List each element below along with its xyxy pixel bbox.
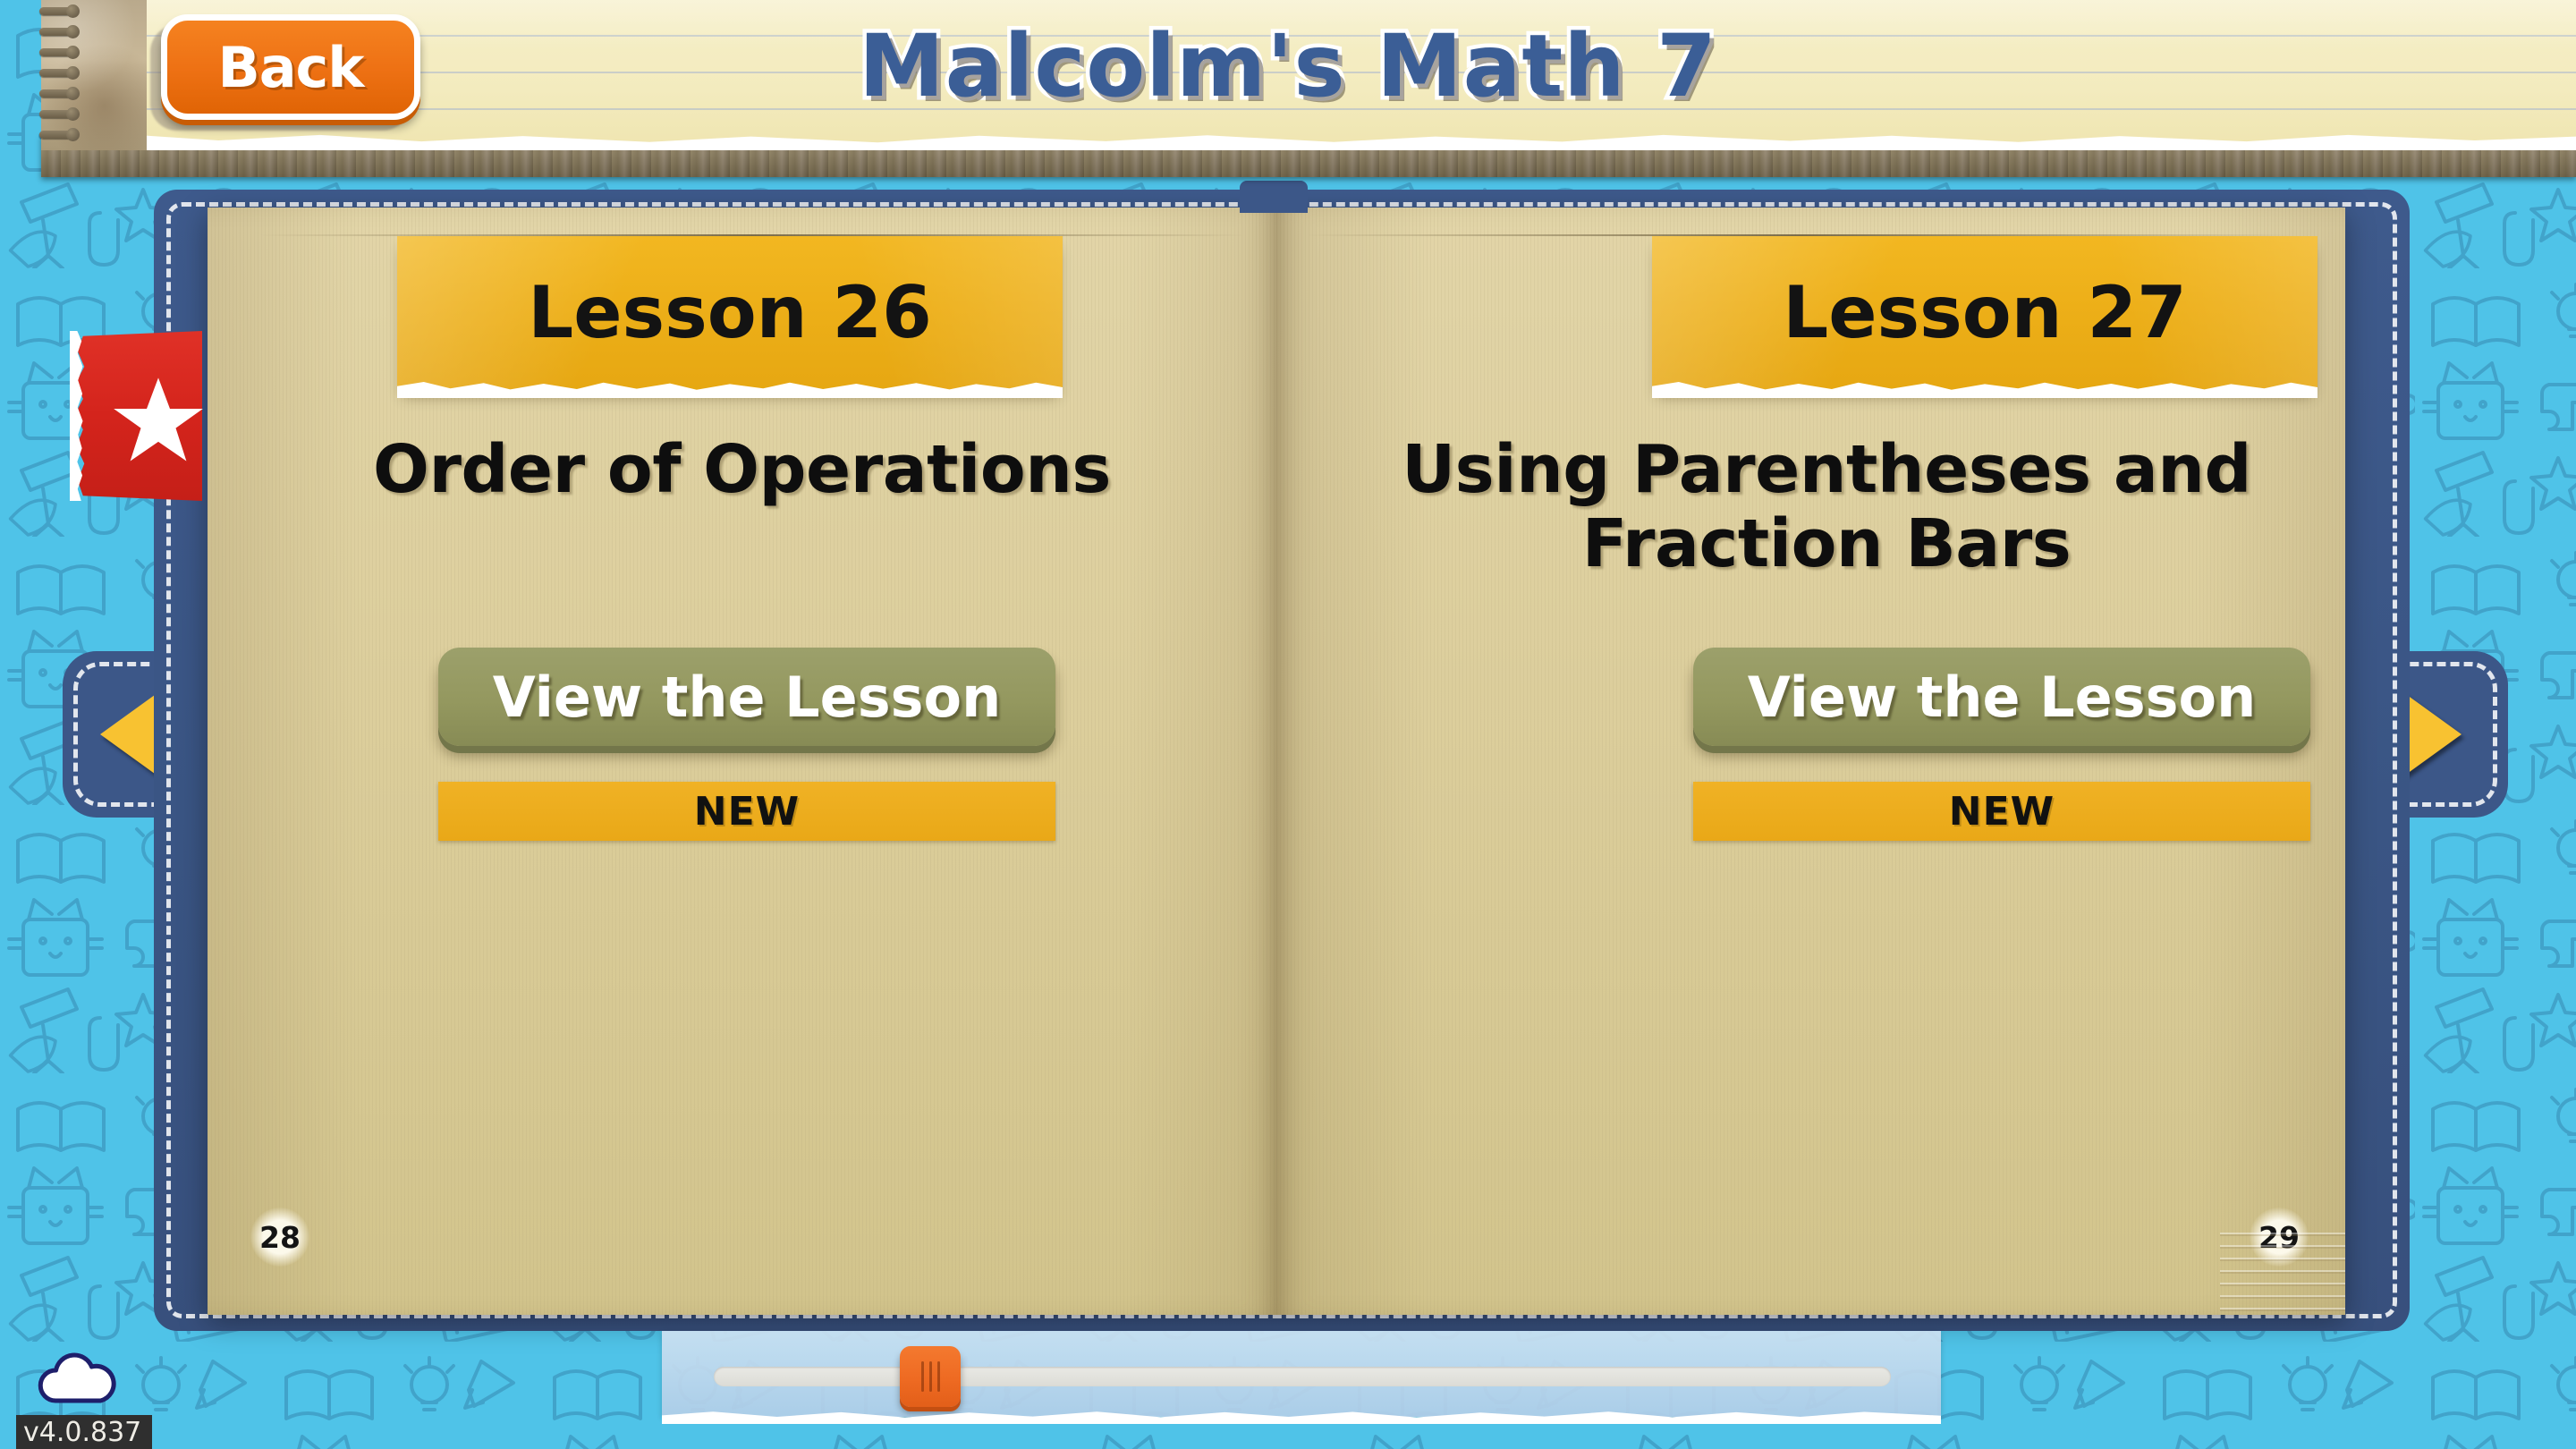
lesson-banner-body: Lesson 26 xyxy=(397,236,1063,393)
star-shape-icon xyxy=(114,377,203,462)
view-lesson-label: View the Lesson xyxy=(1747,664,2257,730)
lesson-book: Lesson 26 Order of Operations View the L… xyxy=(208,208,2345,1315)
page-scroll-slider[interactable] xyxy=(662,1331,1941,1424)
page-number-left: 28 xyxy=(250,1208,309,1267)
view-lesson-button[interactable]: View the Lesson xyxy=(438,648,1055,746)
lesson-banner-body: Lesson 27 xyxy=(1652,236,2318,393)
lesson-banner: Lesson 27 xyxy=(1652,236,2318,398)
back-button[interactable]: Back xyxy=(150,14,420,131)
lesson-title-line: Fraction Bars xyxy=(1581,504,2072,582)
lesson-banner-label: Lesson 27 xyxy=(1783,271,2187,354)
page-number-value: 28 xyxy=(259,1219,301,1255)
view-lesson-label: View the Lesson xyxy=(492,664,1002,730)
back-button-label: Back xyxy=(217,34,364,100)
lesson-title-line: Order of Operations xyxy=(373,431,1111,508)
lesson-title: Using Parentheses and Fraction Bars xyxy=(1330,433,2323,581)
slider-track[interactable] xyxy=(714,1367,1891,1386)
new-badge: NEW xyxy=(438,782,1055,841)
star-bookmark-icon[interactable] xyxy=(70,331,203,501)
slider-torn-edge xyxy=(662,1411,1941,1424)
page-edge-stack xyxy=(2220,1233,2345,1315)
lesson-page-right: Lesson 27 Using Parentheses and Fraction… xyxy=(1276,208,2345,1315)
cloud-sync-icon[interactable] xyxy=(34,1351,122,1406)
new-badge-label: NEW xyxy=(1948,788,2055,835)
lesson-banner: Lesson 26 xyxy=(397,236,1063,398)
view-lesson-button[interactable]: View the Lesson xyxy=(1693,648,2310,746)
lesson-banner-label: Lesson 26 xyxy=(528,271,932,354)
version-label: v4.0.837 xyxy=(16,1415,153,1449)
grip-handle-icon[interactable] xyxy=(900,1346,961,1407)
lesson-title-line: Using Parentheses and xyxy=(1402,431,2251,508)
app-screen: te t te t te t te t te t te t xyxy=(0,0,2576,1449)
lesson-title: Order of Operations xyxy=(261,433,1223,507)
lesson-page-left: Lesson 26 Order of Operations View the L… xyxy=(208,208,1276,1315)
new-badge-label: NEW xyxy=(693,788,801,835)
new-badge: NEW xyxy=(1693,782,2310,841)
spine-tab xyxy=(1240,181,1308,213)
back-button-body: Back xyxy=(161,14,420,120)
